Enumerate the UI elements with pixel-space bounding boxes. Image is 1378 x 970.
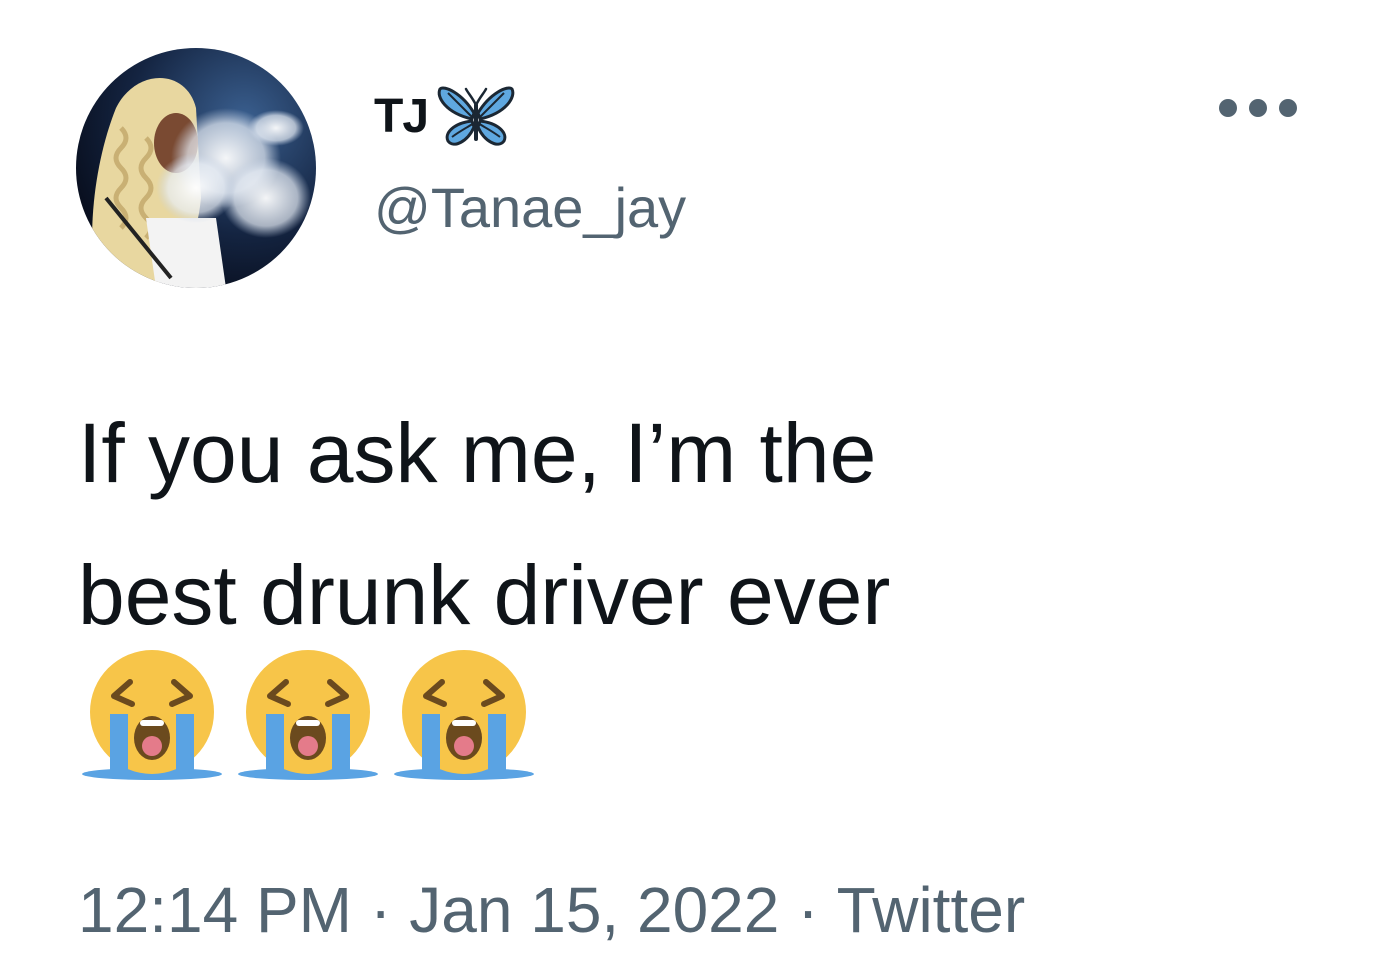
tweet-text-line-2: best drunk driver ever xyxy=(78,548,891,642)
tweet-text: If you ask me, I’m the best drunk driver… xyxy=(78,382,1318,666)
meta-separator: · xyxy=(797,874,819,946)
tweet-text-line-1: If you ask me, I’m the xyxy=(78,406,877,500)
more-dots-icon xyxy=(1219,99,1297,117)
user-handle[interactable]: @Tanae_jay xyxy=(374,180,686,236)
loudly-crying-face-icon xyxy=(82,650,222,780)
display-name: TJ xyxy=(374,90,429,143)
tweet-time[interactable]: 12:14 PM xyxy=(78,874,352,946)
meta-separator: · xyxy=(369,874,392,946)
butterfly-icon xyxy=(437,86,515,146)
display-name-row[interactable]: TJ xyxy=(374,72,518,162)
tweet-date[interactable]: Jan 15, 2022 xyxy=(409,874,779,946)
tweet-meta: 12:14 PM · Jan 15, 2022 · Twitter xyxy=(78,878,1025,942)
avatar-image xyxy=(76,48,316,288)
tweet-source[interactable]: Twitter xyxy=(837,874,1025,946)
avatar[interactable] xyxy=(76,48,316,288)
tweet-emoji-row xyxy=(78,646,538,786)
more-options-button[interactable] xyxy=(1216,88,1300,128)
loudly-crying-face-icon xyxy=(394,650,534,780)
loudly-crying-face-icon xyxy=(238,650,378,780)
